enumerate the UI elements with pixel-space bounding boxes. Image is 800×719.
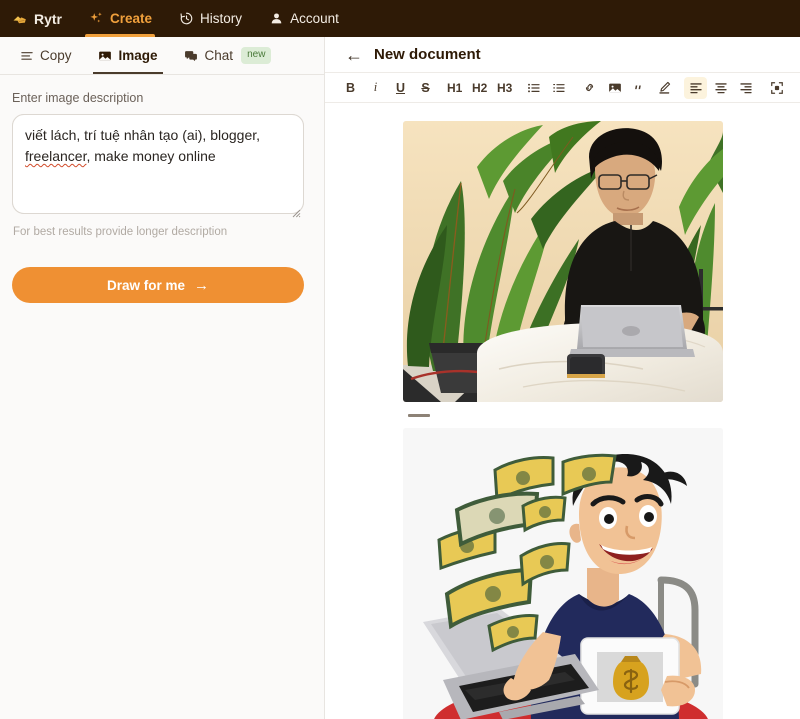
heading-3-button[interactable]: H3 bbox=[493, 77, 516, 99]
document-divider-block bbox=[403, 402, 723, 428]
document-image-block-1[interactable] bbox=[402, 120, 723, 402]
arrow-right-icon: → bbox=[194, 276, 210, 294]
person-icon bbox=[268, 11, 284, 27]
horizontal-rule bbox=[407, 413, 430, 417]
nav-label-rytr: Rytr bbox=[34, 10, 63, 27]
top-navigation-bar: Rytr Create History Account bbox=[0, 0, 800, 37]
clock-history-icon bbox=[178, 11, 194, 27]
left-panel-tabs: Copy Image Chat new bbox=[0, 37, 324, 75]
rytr-logo-icon bbox=[12, 11, 28, 27]
link-button[interactable] bbox=[578, 77, 601, 99]
image-description-form: Enter image description viết lách, trí t… bbox=[0, 75, 324, 238]
tab-image[interactable]: Image bbox=[85, 37, 171, 74]
underline-button[interactable]: U bbox=[389, 77, 412, 99]
align-center-button[interactable] bbox=[709, 77, 732, 99]
document-header: ← New document bbox=[325, 37, 800, 74]
document-image-2[interactable] bbox=[402, 427, 723, 719]
align-right-button[interactable] bbox=[734, 77, 757, 99]
nav-item-create[interactable]: Create bbox=[75, 0, 165, 37]
image-icon bbox=[98, 48, 113, 63]
align-left-button[interactable] bbox=[684, 76, 708, 99]
nav-item-history[interactable]: History bbox=[165, 0, 255, 37]
tab-chat-label: Chat bbox=[204, 48, 234, 63]
blockquote-button[interactable] bbox=[628, 77, 651, 99]
strikethrough-button[interactable]: S bbox=[414, 77, 437, 99]
nav-label-create: Create bbox=[110, 11, 153, 26]
tab-copy[interactable]: Copy bbox=[6, 37, 85, 74]
image-description-input[interactable] bbox=[12, 114, 304, 214]
document-canvas[interactable] bbox=[325, 103, 800, 719]
lines-icon bbox=[19, 48, 34, 63]
nav-label-account: Account bbox=[290, 11, 339, 26]
draw-for-me-button[interactable]: Draw for me → bbox=[12, 267, 304, 303]
image-1-graphic bbox=[402, 120, 723, 402]
numbered-list-button[interactable] bbox=[547, 77, 570, 99]
tab-image-label: Image bbox=[118, 48, 158, 63]
image-description-field-wrapper: viết lách, trí tuệ nhân tạo (ai), blogge… bbox=[12, 114, 304, 219]
heading-2-button[interactable]: H2 bbox=[468, 77, 491, 99]
bulleted-list-button[interactable] bbox=[522, 77, 545, 99]
tab-copy-label: Copy bbox=[40, 48, 72, 63]
fullscreen-button[interactable] bbox=[765, 77, 788, 99]
tab-chat-new-badge: new bbox=[241, 47, 272, 64]
left-tool-panel: Copy Image Chat new Enter image descript… bbox=[0, 37, 325, 719]
nav-item-account[interactable]: Account bbox=[255, 0, 352, 37]
sparkle-icon bbox=[88, 11, 104, 27]
editor-toolbar: B i U S H1 H2 H3 bbox=[325, 73, 800, 103]
document-title[interactable]: New document bbox=[374, 46, 481, 63]
document-image-1[interactable] bbox=[402, 120, 723, 402]
draw-for-me-label: Draw for me bbox=[106, 277, 186, 293]
highlighter-button[interactable] bbox=[653, 77, 676, 99]
app-shell: Copy Image Chat new Enter image descript… bbox=[0, 37, 800, 719]
insert-image-button[interactable] bbox=[603, 77, 626, 99]
document-image-block-2[interactable] bbox=[402, 427, 723, 719]
image-description-hint: For best results provide longer descript… bbox=[13, 226, 228, 238]
chat-bubbles-icon bbox=[184, 48, 199, 63]
nav-item-rytr[interactable]: Rytr bbox=[8, 0, 75, 37]
back-arrow-icon[interactable]: ← bbox=[345, 46, 363, 64]
bold-button[interactable]: B bbox=[339, 77, 362, 99]
nav-label-history: History bbox=[200, 11, 243, 26]
tab-chat[interactable]: Chat new bbox=[171, 37, 285, 74]
document-panel: ← New document B i U S H1 H2 H3 bbox=[325, 37, 800, 719]
heading-1-button[interactable]: H1 bbox=[443, 77, 466, 99]
image-description-label: Enter image description bbox=[12, 91, 144, 105]
italic-button[interactable]: i bbox=[364, 77, 387, 99]
image-2-graphic bbox=[402, 427, 723, 719]
